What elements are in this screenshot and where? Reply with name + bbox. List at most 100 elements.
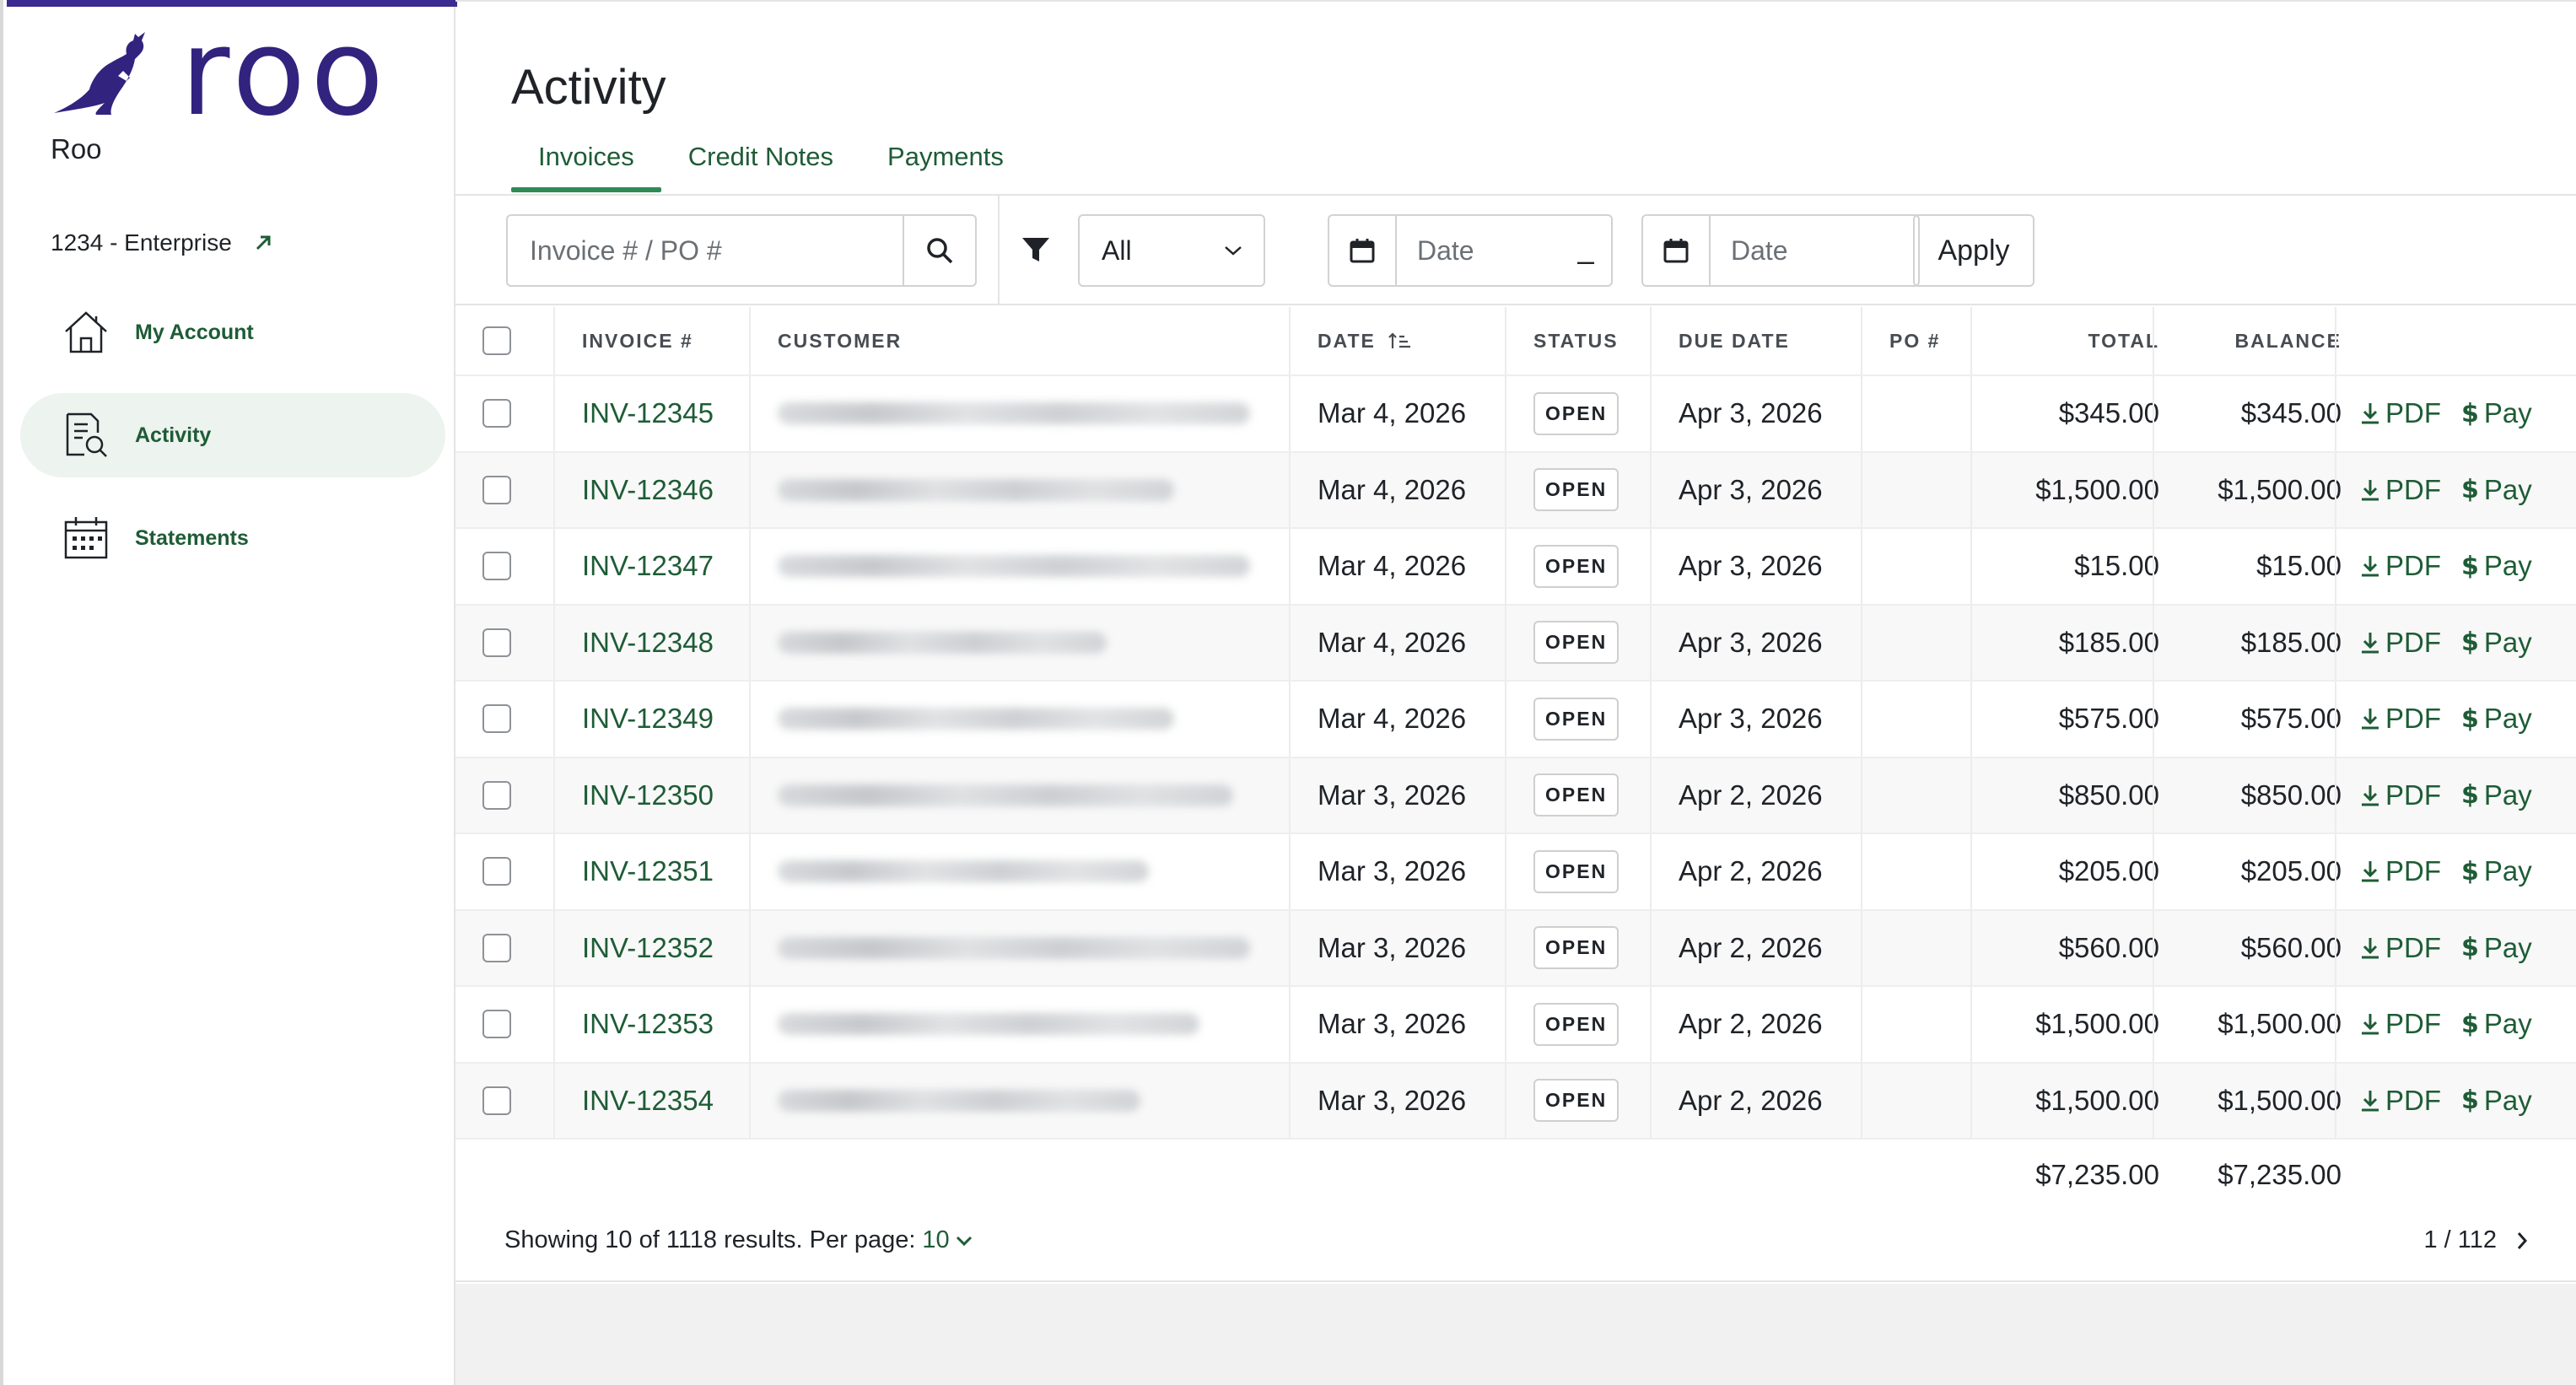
invoice-date: Mar 3, 2026 (1318, 855, 1467, 887)
customer-cell (778, 758, 1233, 833)
sidebar-item-statements[interactable]: Statements (20, 496, 445, 580)
invoice-link[interactable]: INV-12345 (582, 376, 714, 451)
invoice-link[interactable]: INV-12346 (582, 453, 714, 528)
column-divider (1505, 376, 1506, 451)
pay-button[interactable]: $ Pay (2461, 855, 2532, 887)
row-checkbox[interactable] (482, 552, 511, 581)
invoice-link[interactable]: INV-12352 (582, 911, 714, 986)
invoice-link[interactable]: INV-12347 (582, 529, 714, 604)
row-checkbox-cell (482, 987, 511, 1062)
pay-button[interactable]: $ Pay (2461, 550, 2532, 582)
invoice-link[interactable]: INV-12354 (582, 1064, 714, 1139)
header-invoice[interactable]: INVOICE # (582, 307, 693, 375)
pay-button[interactable]: $ Pay (2461, 703, 2532, 735)
pay-button[interactable]: $ Pay (2461, 932, 2532, 964)
status-select[interactable]: All (1078, 214, 1265, 287)
header-date-label: DATE (1318, 329, 1376, 352)
select-all-checkbox[interactable] (482, 326, 511, 355)
pay-button[interactable]: $ Pay (2461, 474, 2532, 506)
pay-button[interactable]: $ Pay (2461, 1085, 2532, 1117)
dollar-icon: $ (2461, 780, 2479, 811)
header-date[interactable]: DATE (1318, 307, 1411, 375)
column-divider (1505, 757, 1506, 833)
invoice-link[interactable]: INV-12349 (582, 682, 714, 757)
row-checkbox[interactable] (482, 933, 511, 962)
date-to-calendar-button[interactable] (1643, 216, 1711, 285)
row-checkbox[interactable] (482, 857, 511, 887)
date-to-input[interactable]: Date (1711, 216, 1788, 285)
search-button[interactable] (903, 216, 975, 285)
download-pdf-button[interactable]: PDF (2360, 1085, 2441, 1117)
pay-button[interactable]: $ Pay (2461, 397, 2532, 429)
download-pdf-button[interactable]: PDF (2360, 779, 2441, 811)
sidebar-item-activity[interactable]: Activity (20, 393, 445, 477)
pay-button[interactable]: $ Pay (2461, 627, 2532, 659)
table-row: INV-12345 Mar 4, 2026 OPEN Apr 3, 2026 $… (455, 376, 2576, 453)
search-input[interactable]: Invoice # / PO # (508, 216, 903, 285)
row-checkbox[interactable] (482, 399, 511, 428)
download-pdf-button[interactable]: PDF (2360, 627, 2441, 659)
download-pdf-button[interactable]: PDF (2360, 703, 2441, 735)
account-switcher[interactable]: 1234 - Enterprise (51, 229, 272, 256)
date-from-calendar-button[interactable] (1329, 216, 1397, 285)
results-text: Showing 10 of 1118 results. Per page: (504, 1226, 916, 1253)
row-checkbox[interactable] (482, 1010, 511, 1039)
sidebar-item-my-account[interactable]: My Account (20, 290, 445, 375)
kangaroo-icon (54, 32, 145, 115)
column-divider (553, 834, 555, 909)
header-customer[interactable]: CUSTOMER (778, 307, 902, 375)
column-divider (1861, 605, 1862, 680)
header-po[interactable]: PO # (1889, 307, 1940, 375)
download-pdf-button[interactable]: PDF (2360, 1008, 2441, 1040)
row-checkbox[interactable] (482, 628, 511, 657)
invoice-link[interactable]: INV-12351 (582, 834, 714, 909)
status-badge: OPEN (1533, 1079, 1619, 1123)
chevron-right-icon[interactable] (2515, 1231, 2529, 1251)
header-balance[interactable]: BALANCE (2153, 307, 2342, 375)
tab-invoices[interactable]: Invoices (511, 137, 661, 192)
status-cell: OPEN (1533, 682, 1619, 757)
download-pdf-button[interactable]: PDF (2360, 397, 2441, 429)
empty-area (455, 1284, 2576, 1385)
per-page-select[interactable]: 10 (922, 1226, 973, 1254)
column-divider (2335, 910, 2336, 985)
row-checkbox[interactable] (482, 1086, 511, 1115)
download-icon (2362, 403, 2379, 424)
download-pdf-button[interactable]: PDF (2360, 932, 2441, 964)
row-checkbox[interactable] (482, 780, 511, 810)
header-status[interactable]: STATUS (1533, 307, 1619, 375)
column-divider (553, 987, 555, 1062)
pay-button[interactable]: $ Pay (2461, 779, 2532, 811)
header-total[interactable]: TOTAL (1970, 307, 2159, 375)
column-divider (1289, 605, 1291, 680)
row-checkbox[interactable] (482, 475, 511, 504)
column-divider (553, 757, 555, 833)
invoice-link[interactable]: INV-12348 (582, 606, 714, 681)
tab-credit-notes[interactable]: Credit Notes (661, 137, 860, 192)
invoice-date: Mar 3, 2026 (1318, 779, 1467, 811)
download-pdf-button[interactable]: PDF (2360, 474, 2441, 506)
tab-bar: Invoices Credit Notes Payments (511, 137, 1031, 192)
download-icon (2362, 784, 2379, 806)
date-from-input[interactable]: Date (1397, 216, 1474, 285)
row-checkbox[interactable] (482, 704, 511, 734)
download-pdf-button[interactable]: PDF (2360, 550, 2441, 582)
filter-icon[interactable] (1021, 234, 1051, 265)
pay-label: Pay (2483, 626, 2532, 658)
invoice-link[interactable]: INV-12350 (582, 758, 714, 833)
pay-button[interactable]: $ Pay (2461, 1008, 2532, 1040)
tab-payments[interactable]: Payments (860, 137, 1031, 192)
header-due-date[interactable]: DUE DATE (1679, 307, 1790, 375)
download-pdf-button[interactable]: PDF (2360, 855, 2441, 887)
customer-cell (778, 529, 1250, 604)
select-all-checkbox-cell (482, 307, 511, 375)
invoice-total: $850.00 (2058, 779, 2159, 811)
redacted-customer-name (778, 631, 1107, 654)
column-divider (553, 529, 555, 604)
column-divider (1861, 529, 1862, 604)
invoice-link[interactable]: INV-12353 (582, 987, 714, 1062)
apply-button[interactable]: Apply (1913, 214, 2034, 287)
roo-logo[interactable]: roo (46, 13, 417, 133)
column-divider (1861, 987, 1862, 1062)
calendar-icon (1350, 239, 1375, 263)
